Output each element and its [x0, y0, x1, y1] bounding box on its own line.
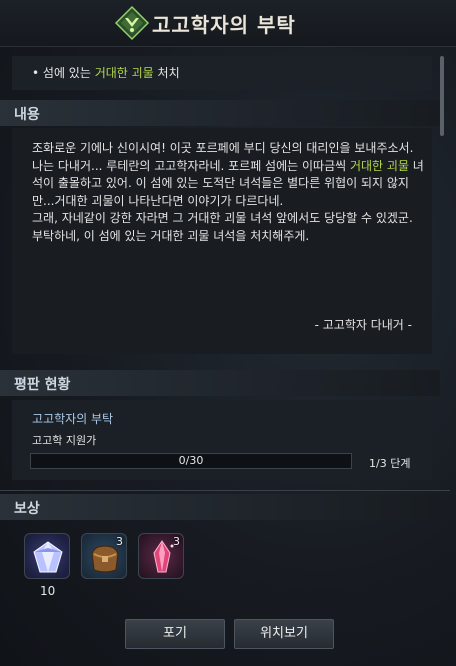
objective-row: • 섬에 있는 거대한 괴물 처치: [12, 56, 432, 90]
reward-slot-1[interactable]: [24, 533, 70, 579]
description-para3: 그래, 자네같이 강한 자라면 그 거대한 괴물 녀석 앞에서도 당당할 수 있…: [32, 211, 417, 243]
quest-description: 조화로운 기에나 신이시여! 이곳 포르페에 부디 당신의 대리인을 보내주소서…: [32, 140, 424, 245]
crystal-gem-icon: [33, 541, 63, 573]
reward-badge-2: 3: [116, 535, 123, 548]
scrollbar[interactable]: [440, 56, 444, 136]
title-bar[interactable]: 고고학자의 부탁: [0, 0, 456, 47]
reputation-header-label: 평판 현황: [14, 377, 71, 393]
divider: [0, 490, 450, 491]
content-box: 조화로운 기에나 신이시여! 이곳 포르페에 부디 당신의 대리인을 보내주소서…: [12, 128, 432, 354]
reputation-box: 고고학자의 부탁 고고학 지원가 0/30 1/3 단계: [12, 400, 432, 480]
objective-bullet: •: [32, 66, 40, 80]
reputation-subtitle: 고고학 지원가: [32, 434, 97, 447]
reputation-title: 고고학자의 부탁: [32, 412, 114, 426]
rewards-header-label: 보상: [14, 501, 40, 517]
quest-panel: 고고학자의 부탁 • 섬에 있는 거대한 괴물 처치 내용 조화로운 기에나 신…: [0, 0, 456, 666]
abandon-button[interactable]: 포기: [125, 619, 225, 649]
window-title: 고고학자의 부탁: [152, 13, 296, 37]
content-section-header: 내용: [0, 100, 440, 126]
reputation-progress-bar: 0/30: [30, 453, 352, 469]
reputation-stage: 1/3 단계: [369, 457, 411, 470]
signature: - 고고학자 다내거 -: [314, 318, 412, 332]
description-para2-prefix: 나는 다내거... 루테란의 고고학자라네. 포르페 섬에는 이따금씩: [32, 158, 350, 173]
quest-emblem-icon: [114, 5, 150, 41]
objective-suffix: 처치: [153, 66, 180, 80]
objective-prefix: 섬에 있는: [42, 66, 95, 80]
progress-text: 0/30: [178, 454, 204, 467]
objective-highlight: 거대한 괴물: [94, 66, 154, 80]
content-header-label: 내용: [14, 107, 40, 123]
rewards-section-header: 보상: [0, 494, 440, 520]
reputation-section-header: 평판 현황: [0, 370, 440, 396]
locate-button[interactable]: 위치보기: [234, 619, 334, 649]
objective-text: • 섬에 있는 거대한 괴물 처치: [32, 64, 180, 81]
reward-slot-3[interactable]: 3: [138, 533, 184, 579]
reward-badge-3: 3: [173, 535, 180, 548]
reward-quantity-1: 10: [40, 584, 56, 598]
description-highlight: 거대한 괴물: [349, 158, 409, 173]
description-para1: 조화로운 기에나 신이시여! 이곳 포르페에 부디 당신의 대리인을 보내주소서…: [32, 141, 414, 155]
reward-slot-2[interactable]: 3: [81, 533, 127, 579]
